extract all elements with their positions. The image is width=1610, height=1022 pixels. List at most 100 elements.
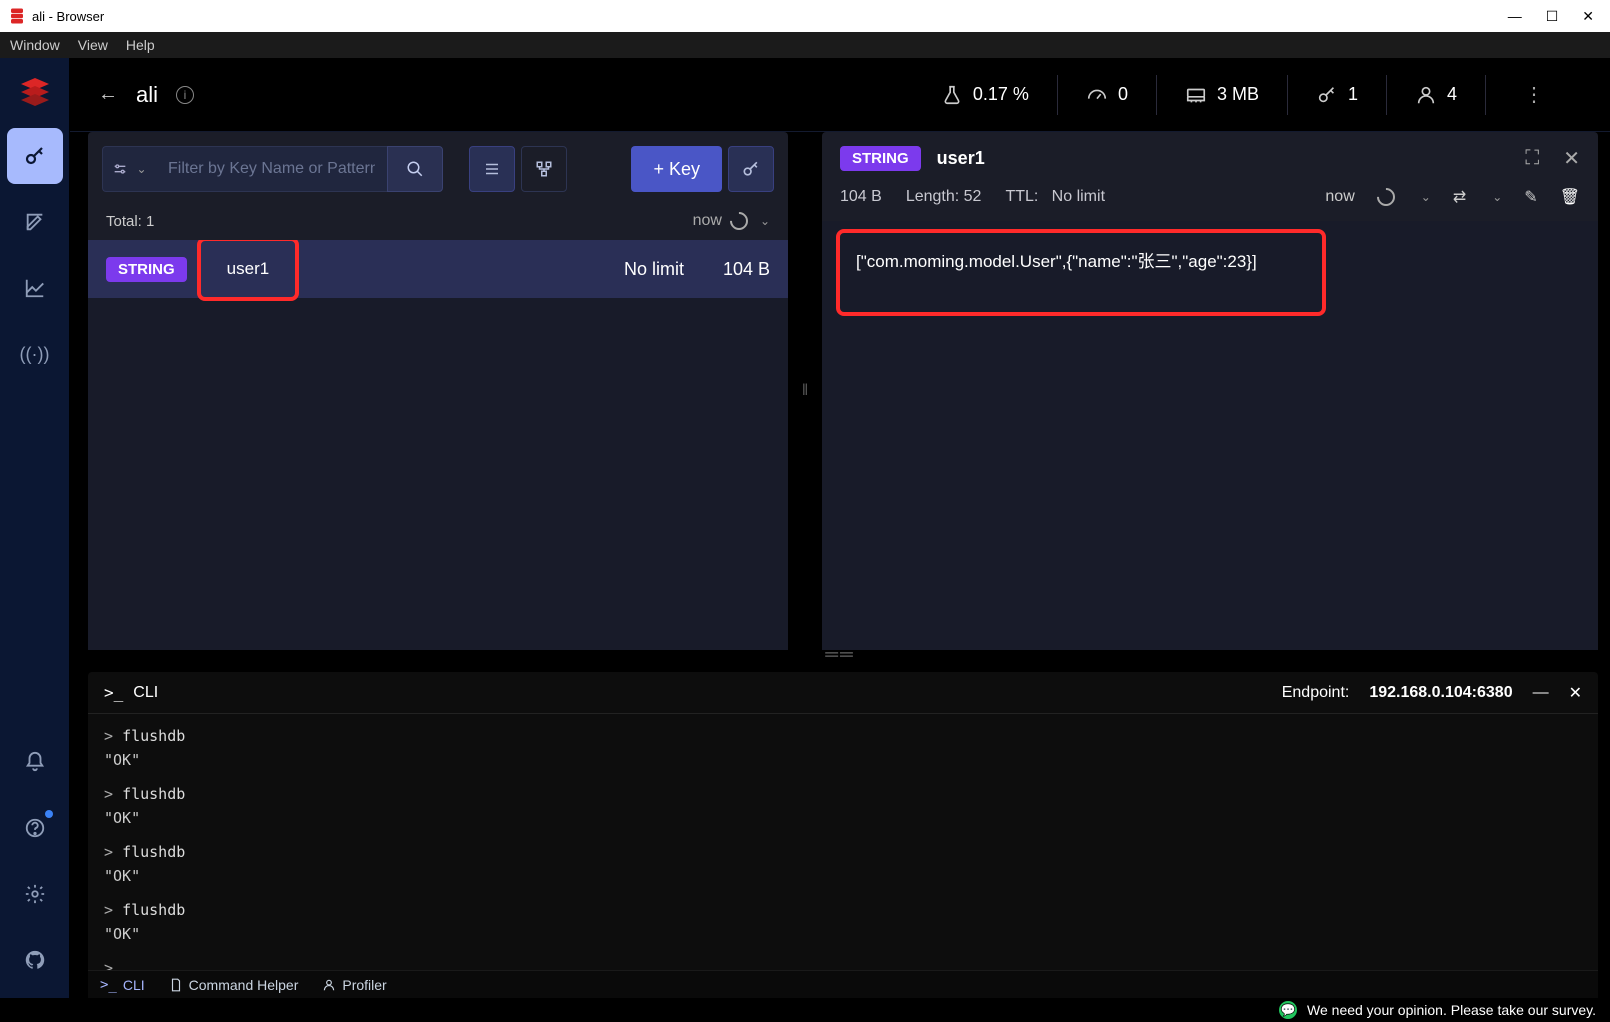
back-button[interactable]: ← xyxy=(98,83,118,106)
database-header: ← ali i 0.17 % 0 3 MB 1 xyxy=(70,58,1610,132)
database-name: ali xyxy=(136,82,158,108)
survey-text: We need your opinion. Please take our su… xyxy=(1307,1002,1596,1018)
github-icon xyxy=(24,949,46,971)
nav-notifications[interactable] xyxy=(7,734,63,790)
window-close-button[interactable]: ✕ xyxy=(1582,8,1594,25)
panel-resize-handle[interactable]: ‖ xyxy=(802,132,808,650)
menu-help[interactable]: Help xyxy=(126,37,155,53)
nav-settings[interactable] xyxy=(7,866,63,922)
add-key-button[interactable]: + Key xyxy=(631,146,722,192)
sliders-icon xyxy=(112,161,128,177)
broadcast-icon: ((·)) xyxy=(20,344,50,365)
detail-length: Length: 52 xyxy=(906,188,982,206)
gear-icon xyxy=(24,883,46,905)
cli-minimize-button[interactable]: — xyxy=(1533,684,1549,702)
survey-icon: 💬 xyxy=(1279,1001,1297,1019)
memory-icon xyxy=(1185,84,1207,106)
cli-tab-profiler[interactable]: Profiler xyxy=(322,977,386,993)
cli-tab-command-helper[interactable]: Command Helper xyxy=(169,977,299,993)
filter-options-dropdown[interactable]: ⌄ xyxy=(102,146,156,192)
edit-value-button[interactable] xyxy=(1524,187,1537,207)
cli-tab-cli[interactable]: >_CLI xyxy=(100,977,145,993)
window-minimize-button[interactable]: — xyxy=(1508,8,1522,25)
header-menu-button[interactable]: ⋮ xyxy=(1514,82,1554,107)
list-icon xyxy=(483,160,501,178)
stat-memory: 3 MB xyxy=(1217,84,1259,105)
stat-clients: 4 xyxy=(1447,84,1457,105)
stat-cpu: 0.17 % xyxy=(973,84,1029,105)
cli-output[interactable]: > flushdb "OK" > flushdb "OK" > flushdb … xyxy=(88,714,1598,970)
formatter-button[interactable] xyxy=(1453,187,1466,207)
key-icon xyxy=(23,144,47,168)
bell-icon xyxy=(24,751,46,773)
chevron-down-icon[interactable]: ⌄ xyxy=(1492,190,1502,204)
key-name: user1 xyxy=(197,240,300,301)
menu-view[interactable]: View xyxy=(78,37,108,53)
gauge-icon xyxy=(1086,84,1108,106)
chart-icon xyxy=(24,277,46,299)
cli-panel: >_ CLI Endpoint: 192.168.0.104:6380 — > … xyxy=(88,672,1598,998)
menubar: Window View Help xyxy=(0,32,1610,58)
refresh-time-label: now xyxy=(693,212,722,230)
search-icon xyxy=(406,160,424,178)
key-size: 104 B xyxy=(700,259,770,280)
cli-title: CLI xyxy=(133,684,158,702)
keys-bulk-icon xyxy=(741,159,761,179)
cli-prompt-icon: >_ xyxy=(104,683,123,702)
tree-view-button[interactable] xyxy=(521,146,567,192)
detail-type-badge: STRING xyxy=(840,146,921,171)
bulk-actions-button[interactable] xyxy=(728,146,774,192)
refresh-icon[interactable] xyxy=(1373,184,1398,209)
chevron-down-icon[interactable]: ⌄ xyxy=(760,214,770,228)
keys-panel: ⌄ + Key xyxy=(88,132,788,650)
window-title: ali - Browser xyxy=(32,9,104,24)
key-row[interactable]: STRING user1 No limit 104 B xyxy=(88,240,788,298)
flask-icon xyxy=(941,84,963,106)
detail-ttl-value: No limit xyxy=(1052,188,1105,205)
profile-icon xyxy=(322,978,336,992)
help-icon xyxy=(24,817,46,839)
nav-github[interactable] xyxy=(7,932,63,988)
nav-pubsub[interactable]: ((·)) xyxy=(7,326,63,382)
chevron-down-icon[interactable]: ⌄ xyxy=(1421,190,1431,204)
key-type-badge: STRING xyxy=(106,257,187,282)
stat-ops: 0 xyxy=(1118,84,1128,105)
tree-icon xyxy=(535,160,553,178)
menu-window[interactable]: Window xyxy=(10,37,60,53)
help-badge-dot xyxy=(45,810,53,818)
window-titlebar: ali - Browser — ☐ ✕ xyxy=(0,0,1610,32)
chevron-down-icon: ⌄ xyxy=(136,162,146,176)
nav-help[interactable] xyxy=(7,800,63,856)
fullscreen-button[interactable] xyxy=(1525,147,1539,170)
cli-endpoint: 192.168.0.104:6380 xyxy=(1369,684,1512,702)
list-view-button[interactable] xyxy=(469,146,515,192)
search-button[interactable] xyxy=(387,146,443,192)
cli-endpoint-label: Endpoint: xyxy=(1282,684,1350,702)
key-ttl: No limit xyxy=(624,259,684,280)
delete-key-button[interactable] xyxy=(1560,187,1580,207)
refresh-icon[interactable] xyxy=(726,208,751,233)
window-maximize-button[interactable]: ☐ xyxy=(1546,8,1559,25)
key-value-content[interactable]: ["com.moming.model.User",{"name":"张三","a… xyxy=(836,229,1326,316)
nav-analysis[interactable] xyxy=(7,260,63,316)
cli-close-button[interactable] xyxy=(1569,683,1582,703)
nav-browser[interactable] xyxy=(7,128,63,184)
redis-logo-icon xyxy=(15,72,55,112)
stat-keys: 1 xyxy=(1348,84,1358,105)
edit-icon xyxy=(24,211,46,233)
info-icon[interactable]: i xyxy=(176,86,194,104)
detail-refresh-label: now xyxy=(1325,188,1354,206)
user-icon xyxy=(1415,84,1437,106)
doc-icon xyxy=(169,978,183,992)
side-navigation: ((·)) xyxy=(0,58,70,998)
detail-ttl-label: TTL: xyxy=(1005,188,1038,205)
keys-total-label: Total: 1 xyxy=(106,213,154,230)
detail-size: 104 B xyxy=(840,188,882,206)
nav-workbench[interactable] xyxy=(7,194,63,250)
app-icon xyxy=(8,7,26,25)
close-detail-button[interactable] xyxy=(1563,146,1580,171)
key-stat-icon xyxy=(1316,84,1338,106)
cli-resize-handle[interactable]: ══ xyxy=(70,650,1610,664)
filter-input[interactable] xyxy=(156,146,387,192)
survey-bar[interactable]: 💬 We need your opinion. Please take our … xyxy=(0,998,1610,1022)
